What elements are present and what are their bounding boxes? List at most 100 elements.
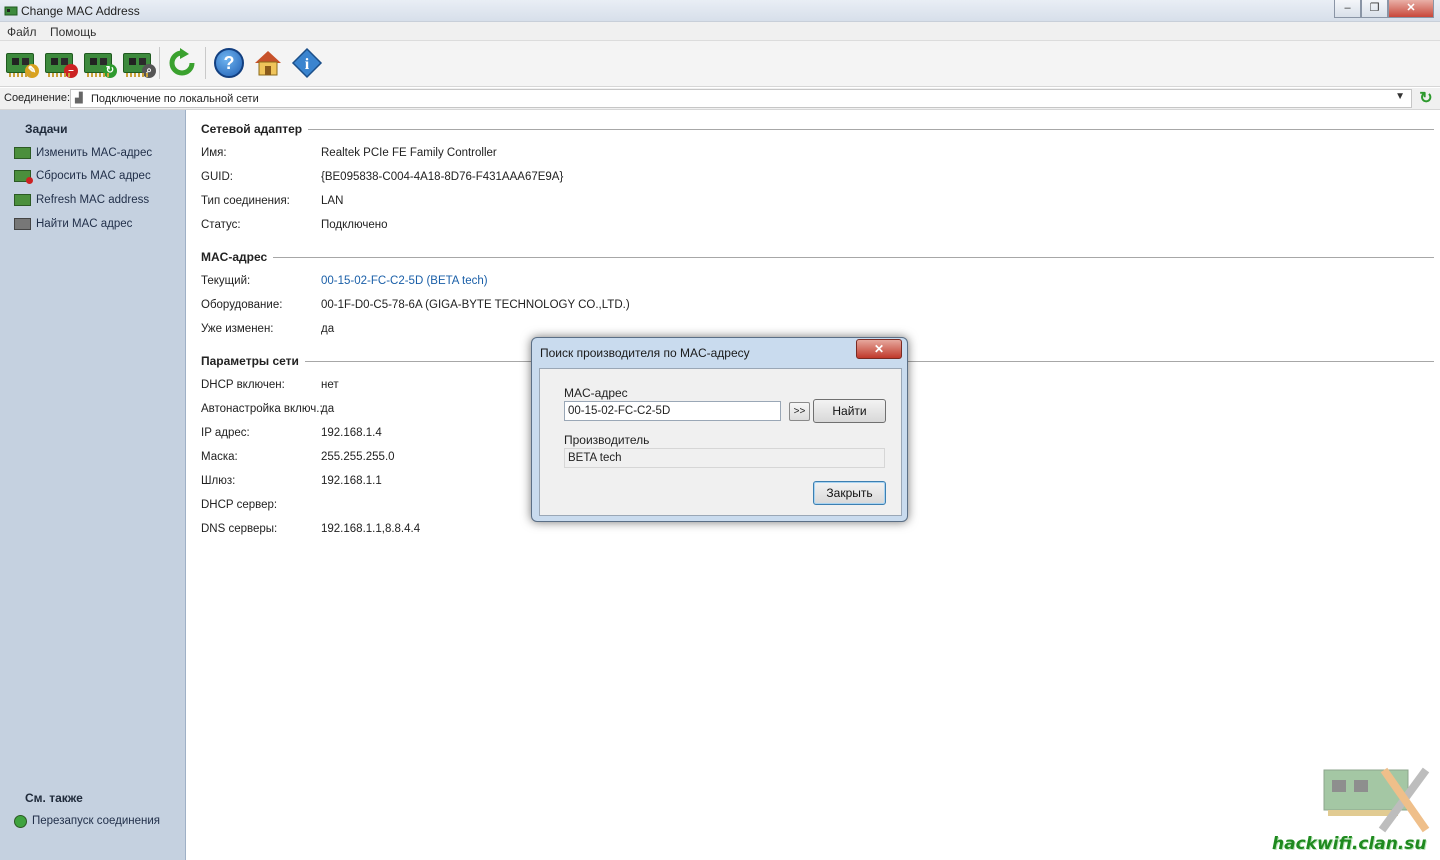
close-button[interactable]: ✕: [1388, 0, 1434, 18]
find-mac-button[interactable]: ⌕: [120, 46, 156, 80]
dns-servers-value: 192.168.1.1,8.8.4.4: [321, 523, 421, 535]
sidebar-item-label: Изменить MAC-адрес: [36, 147, 153, 159]
refresh-icon: [169, 48, 195, 76]
already-changed-label: Уже изменен:: [201, 323, 274, 335]
dhcp-server-label: DHCP сервер:: [201, 499, 278, 511]
see-also-title: См. также: [25, 791, 83, 805]
window-title: Change MAC Address: [21, 4, 140, 18]
subnet-mask-value: 255.255.255.0: [321, 451, 395, 463]
adapter-name-value: Realtek PCIe FE Family Controller: [321, 147, 497, 159]
gateway-label: Шлюз:: [201, 475, 236, 487]
network-section-title: Параметры сети: [201, 354, 305, 368]
menu-file[interactable]: Файл: [7, 25, 37, 39]
connection-value: Подключение по локальной сети: [91, 93, 259, 105]
nic-search-icon: ⌕: [123, 53, 156, 78]
sidebar-item-label: Сбросить MAC адрес: [36, 170, 151, 182]
nic-edit-icon: [14, 147, 31, 159]
connection-refresh-icon[interactable]: ↻: [1417, 90, 1435, 108]
app-icon: [4, 4, 18, 18]
dialog-body: MAC-адрес 00-15-02-FC-C2-5D >> Найти Про…: [539, 368, 902, 516]
adapter-section-title: Сетевой адаптер: [201, 122, 309, 136]
hardware-mac-value: 00-1F-D0-C5-78-6A (GIGA-BYTE TECHNOLOGY …: [321, 299, 630, 311]
connection-select[interactable]: ▟ Подключение по локальной сети ▼: [70, 89, 1412, 108]
sidebar-item-restart-connection[interactable]: Перезапуск соединения: [14, 812, 160, 830]
dns-servers-label: DNS серверы:: [201, 523, 278, 535]
mac-input-value: 00-15-02-FC-C2-5D: [568, 405, 671, 417]
maximize-button[interactable]: ❐: [1361, 0, 1388, 18]
refresh-button[interactable]: [165, 46, 199, 80]
dialog-close-button[interactable]: ✕: [856, 339, 902, 359]
hardware-mac-label: Оборудование:: [201, 299, 283, 311]
ip-address-value: 192.168.1.4: [321, 427, 382, 439]
autoconfig-label: Автонастройка включ.:: [201, 403, 323, 415]
menu-bar: Файл Помощь: [0, 22, 1440, 41]
watermark-logo: [1323, 767, 1430, 833]
status-value: Подключено: [321, 219, 388, 231]
binoculars-icon: [14, 218, 31, 230]
find-button[interactable]: Найти: [813, 399, 886, 423]
nic-refresh-icon: ↻: [84, 53, 117, 78]
tasks-title: Задачи: [25, 122, 68, 136]
connection-type-label: Тип соединения:: [201, 195, 290, 207]
connection-bar: Соединение: ▟ Подключение по локальной с…: [0, 88, 1440, 110]
current-mac-link[interactable]: 00-15-02-FC-C2-5D (BETA tech): [321, 275, 488, 287]
connection-label: Соединение:: [4, 92, 71, 104]
home-button[interactable]: [251, 46, 285, 80]
info-icon: i: [291, 47, 323, 79]
current-mac-label: Текущий:: [201, 275, 251, 287]
mac-input[interactable]: 00-15-02-FC-C2-5D: [564, 401, 781, 421]
nic-refresh-icon: [14, 194, 31, 206]
connection-type-value: LAN: [321, 195, 344, 207]
refresh-mac-button[interactable]: ↻: [81, 46, 117, 80]
menu-help[interactable]: Помощь: [50, 25, 96, 39]
mac-history-button[interactable]: >>: [789, 402, 810, 421]
guid-value: {BE095838-C004-4A18-8D76-F431AAA67E9A}: [321, 171, 564, 183]
adapter-name-label: Имя:: [201, 147, 227, 159]
vendor-value: BETA tech: [568, 452, 622, 464]
toolbar-separator: [205, 47, 206, 79]
guid-label: GUID:: [201, 171, 233, 183]
sidebar-item-label: Refresh MAC address: [36, 194, 150, 206]
reset-mac-button[interactable]: –: [42, 46, 78, 80]
mac-field-label: MAC-адрес: [564, 386, 628, 400]
sidebar-item-find-mac[interactable]: Найти MAC адрес: [14, 215, 132, 233]
title-bar: Change MAC Address – ❐ ✕: [0, 0, 1440, 22]
already-changed-value: да: [321, 323, 335, 335]
network-icon: ▟: [75, 93, 83, 104]
sidebar-item-change-mac[interactable]: Изменить MAC-адрес: [14, 144, 152, 162]
section-divider: [201, 257, 1434, 258]
status-label: Статус:: [201, 219, 241, 231]
section-divider: [201, 129, 1434, 130]
dialog-title: Поиск производителя по MAC-адресу: [540, 346, 750, 360]
vendor-lookup-dialog: Поиск производителя по MAC-адресу ✕ MAC-…: [531, 337, 908, 522]
minimize-button[interactable]: –: [1334, 0, 1361, 18]
gateway-value: 192.168.1.1: [321, 475, 382, 487]
home-icon: [255, 51, 281, 76]
chevron-down-icon: ▼: [1395, 91, 1405, 102]
mac-section-title: MAC-адрес: [201, 250, 274, 264]
sidebar-item-label: Перезапуск соединения: [32, 815, 160, 827]
sidebar: Задачи Изменить MAC-адрес Сбросить MAC а…: [0, 110, 186, 860]
toolbar: ✎ – ↻ ⌕ ? i: [0, 41, 1440, 87]
dialog-close-text-button[interactable]: Закрыть: [813, 481, 886, 505]
change-mac-button[interactable]: ✎: [3, 46, 39, 80]
nic-remove-icon: [14, 170, 33, 184]
vendor-field: BETA tech: [564, 448, 885, 468]
sidebar-item-refresh-mac[interactable]: Refresh MAC address: [14, 191, 149, 209]
refresh-icon: [14, 814, 27, 828]
autoconfig-value: да: [321, 403, 335, 415]
vendor-field-label: Производитель: [564, 433, 650, 447]
nic-edit-icon: ✎: [6, 53, 39, 78]
dhcp-enabled-label: DHCP включен:: [201, 379, 285, 391]
ip-address-label: IP адрес:: [201, 427, 250, 439]
help-button[interactable]: ?: [212, 46, 246, 80]
toolbar-separator: [159, 47, 160, 79]
nic-remove-icon: –: [45, 53, 78, 78]
sidebar-item-label: Найти MAC адрес: [36, 218, 133, 230]
sidebar-item-reset-mac[interactable]: Сбросить MAC адрес: [14, 167, 151, 185]
subnet-mask-label: Маска:: [201, 451, 238, 463]
svg-text:i: i: [305, 56, 310, 73]
help-icon: ?: [214, 48, 244, 78]
dhcp-enabled-value: нет: [321, 379, 339, 391]
about-button[interactable]: i: [290, 46, 324, 80]
